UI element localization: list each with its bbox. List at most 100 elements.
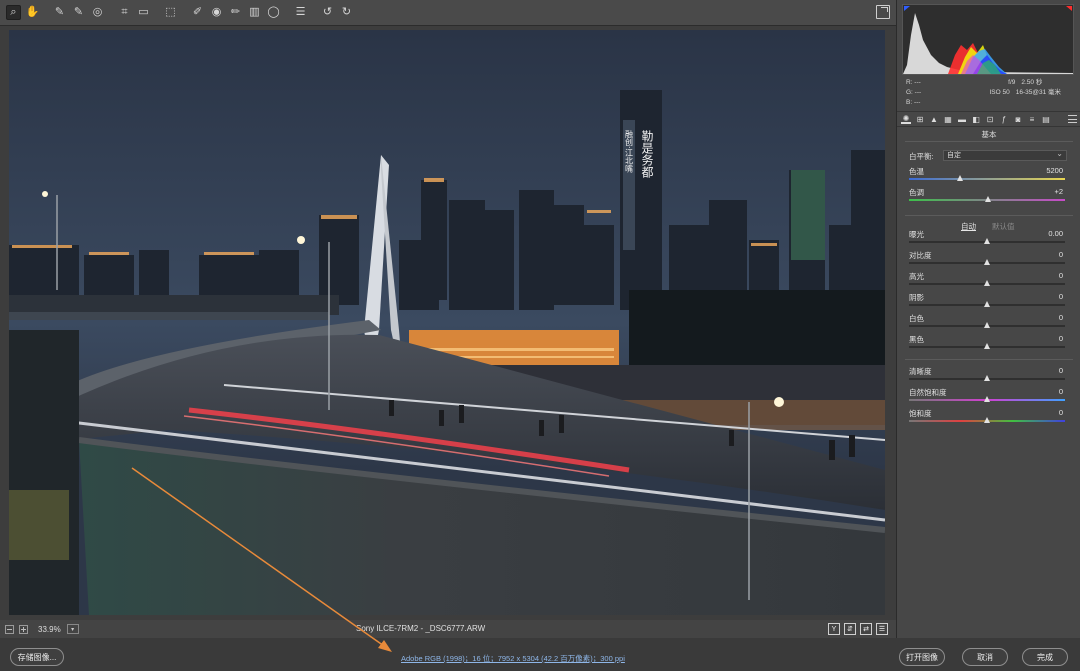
transform-tool-icon[interactable]: ⬚ (163, 5, 178, 20)
hsl-tab-icon[interactable]: ▦ (943, 114, 953, 124)
contrast-thumb[interactable] (983, 259, 990, 265)
temp-value[interactable]: 5200 (1046, 166, 1063, 175)
tint-label: 色调 (909, 188, 924, 197)
tower-sign-right: 勒是务都 (640, 130, 654, 178)
exposure-value[interactable]: 0.00 (1048, 229, 1063, 238)
highlights-slider[interactable]: 高光 0 (909, 271, 1065, 291)
tone-curve-tab-icon[interactable]: ⊞ (915, 114, 925, 124)
vibrance-value[interactable]: 0 (1059, 387, 1063, 396)
lens-corrections-tab-icon[interactable]: ◧ (971, 114, 981, 124)
basic-tab-icon[interactable]: ✺ (901, 114, 911, 124)
temp-label: 色温 (909, 167, 924, 176)
tint-thumb[interactable] (985, 196, 992, 202)
vibrance-thumb[interactable] (983, 396, 990, 402)
zoom-out-button[interactable] (5, 624, 14, 634)
split-toning-tab-icon[interactable]: ▬ (957, 114, 967, 124)
highlight-clipping-icon[interactable] (1066, 6, 1072, 11)
night-cityscape-image: 融创·江北嘴 勒是务都 (9, 30, 885, 615)
highlights-thumb[interactable] (983, 280, 990, 286)
red-eye-tool-icon[interactable]: ◉ (209, 5, 224, 20)
shadows-slider[interactable]: 阴影 0 (909, 292, 1065, 312)
effects-tab-icon[interactable]: ƒ (999, 114, 1009, 124)
white-balance-row: 白平衡: 自定 (909, 149, 1067, 162)
whites-value[interactable]: 0 (1059, 313, 1063, 322)
temp-thumb[interactable] (956, 175, 963, 181)
crop-tool-icon[interactable]: ⌗ (117, 5, 132, 20)
white-balance-tool-icon[interactable]: ✎ (52, 5, 67, 20)
snapshots-tab-icon[interactable]: ▤ (1041, 114, 1051, 124)
lens: 16-35@31 毫米 (1015, 89, 1061, 96)
panel-menu-icon[interactable] (1068, 115, 1077, 123)
aperture: f/9 (1008, 79, 1016, 86)
shadows-value[interactable]: 0 (1059, 292, 1063, 301)
bottom-bar: 存储图像... Adobe RGB (1998)；16 位；7952 x 530… (0, 638, 1080, 671)
blacks-thumb[interactable] (983, 343, 990, 349)
cancel-button[interactable]: 取消 (962, 648, 1008, 666)
saturation-slider[interactable]: 饱和度 0 (909, 408, 1065, 428)
workflow-options-link[interactable]: Adobe RGB (1998)；16 位；7952 x 5304 (42.2 … (401, 653, 625, 664)
g-value: G: --- (906, 89, 922, 96)
vibrance-slider[interactable]: 自然饱和度 0 (909, 387, 1065, 407)
open-image-button[interactable]: 打开图像 (899, 648, 945, 666)
transform-tab-icon[interactable]: ⊡ (985, 114, 995, 124)
tint-value[interactable]: +2 (1054, 187, 1063, 196)
temp-track[interactable] (909, 178, 1065, 180)
view-toggle-icon[interactable]: ⇄ (860, 623, 872, 635)
contrast-value[interactable]: 0 (1059, 250, 1063, 259)
photo-preview[interactable]: 融创·江北嘴 勒是务都 (9, 30, 885, 615)
view-toggle-icon[interactable]: Y (828, 623, 840, 635)
save-image-button[interactable]: 存储图像... (10, 648, 64, 666)
adjustment-brush-tool-icon[interactable]: ✏ (228, 5, 243, 20)
tint-slider[interactable]: 色调 +2 (909, 187, 1065, 207)
view-toggle-icon[interactable]: ☰ (876, 623, 888, 635)
blacks-label: 黑色 (909, 335, 924, 344)
tone-divider (905, 215, 1073, 216)
done-button[interactable]: 完成 (1022, 648, 1068, 666)
camera-readout: R: --- G: --- B: --- f/9 2.50 秒 ISO 50 16-… (906, 78, 1072, 108)
presets-tab-icon[interactable]: ≡ (1027, 114, 1037, 124)
blacks-slider[interactable]: 黑色 0 (909, 334, 1065, 354)
clarity-value[interactable]: 0 (1059, 366, 1063, 375)
temp-slider[interactable]: 色温 5200 (909, 166, 1065, 186)
whites-slider[interactable]: 白色 0 (909, 313, 1065, 333)
color-sampler-tool-icon[interactable]: ✎ (71, 5, 86, 20)
saturation-thumb[interactable] (983, 417, 990, 423)
blacks-value[interactable]: 0 (1059, 334, 1063, 343)
zoom-dropdown-icon[interactable]: ▾ (66, 624, 79, 634)
whites-thumb[interactable] (983, 322, 990, 328)
exposure-label: 曝光 (909, 230, 924, 239)
rotate-right-tool-icon[interactable]: ↻ (339, 5, 354, 20)
straighten-tool-icon[interactable]: ▭ (136, 5, 151, 20)
spot-removal-tool-icon[interactable]: ✐ (190, 5, 205, 20)
section-divider (905, 141, 1073, 142)
shadow-clipping-icon[interactable] (904, 6, 910, 11)
shadows-thumb[interactable] (983, 301, 990, 307)
clarity-slider[interactable]: 清晰度 0 (909, 366, 1065, 386)
view-toggle-icon[interactable]: ⇵ (844, 623, 856, 635)
targeted-adjustment-tool-icon[interactable]: ◎ (90, 5, 105, 20)
white-balance-label: 白平衡: (909, 152, 934, 161)
exposure-thumb[interactable] (983, 238, 990, 244)
clarity-thumb[interactable] (983, 375, 990, 381)
camera-calibration-tab-icon[interactable]: ◙ (1013, 114, 1023, 124)
contrast-slider[interactable]: 对比度 0 (909, 250, 1065, 270)
exposure-slider[interactable]: 曝光 0.00 (909, 229, 1065, 249)
detail-tab-icon[interactable]: ▲ (929, 114, 939, 124)
rotate-left-tool-icon[interactable]: ↺ (320, 5, 335, 20)
highlights-value[interactable]: 0 (1059, 271, 1063, 280)
saturation-value[interactable]: 0 (1059, 408, 1063, 417)
white-balance-select[interactable]: 自定 (943, 149, 1067, 161)
adjustment-panel: R: --- G: --- B: --- f/9 2.50 秒 ISO 50 16-… (896, 0, 1080, 638)
zoom-in-button[interactable] (19, 624, 28, 634)
zoom-tool-icon[interactable]: ⌕ (6, 5, 21, 20)
contrast-label: 对比度 (909, 251, 932, 260)
whites-label: 白色 (909, 314, 924, 323)
saturation-label: 饱和度 (909, 409, 932, 418)
preferences-tool-icon[interactable]: ☰ (293, 5, 308, 20)
highlights-label: 高光 (909, 272, 924, 281)
graduated-filter-tool-icon[interactable]: ▥ (247, 5, 262, 20)
fullscreen-icon[interactable] (876, 5, 890, 19)
hand-tool-icon[interactable]: ✋ (25, 5, 40, 20)
radial-filter-tool-icon[interactable]: ◯ (266, 5, 281, 20)
view-buttons: Y ⇵ ⇄ ☰ (828, 623, 888, 635)
